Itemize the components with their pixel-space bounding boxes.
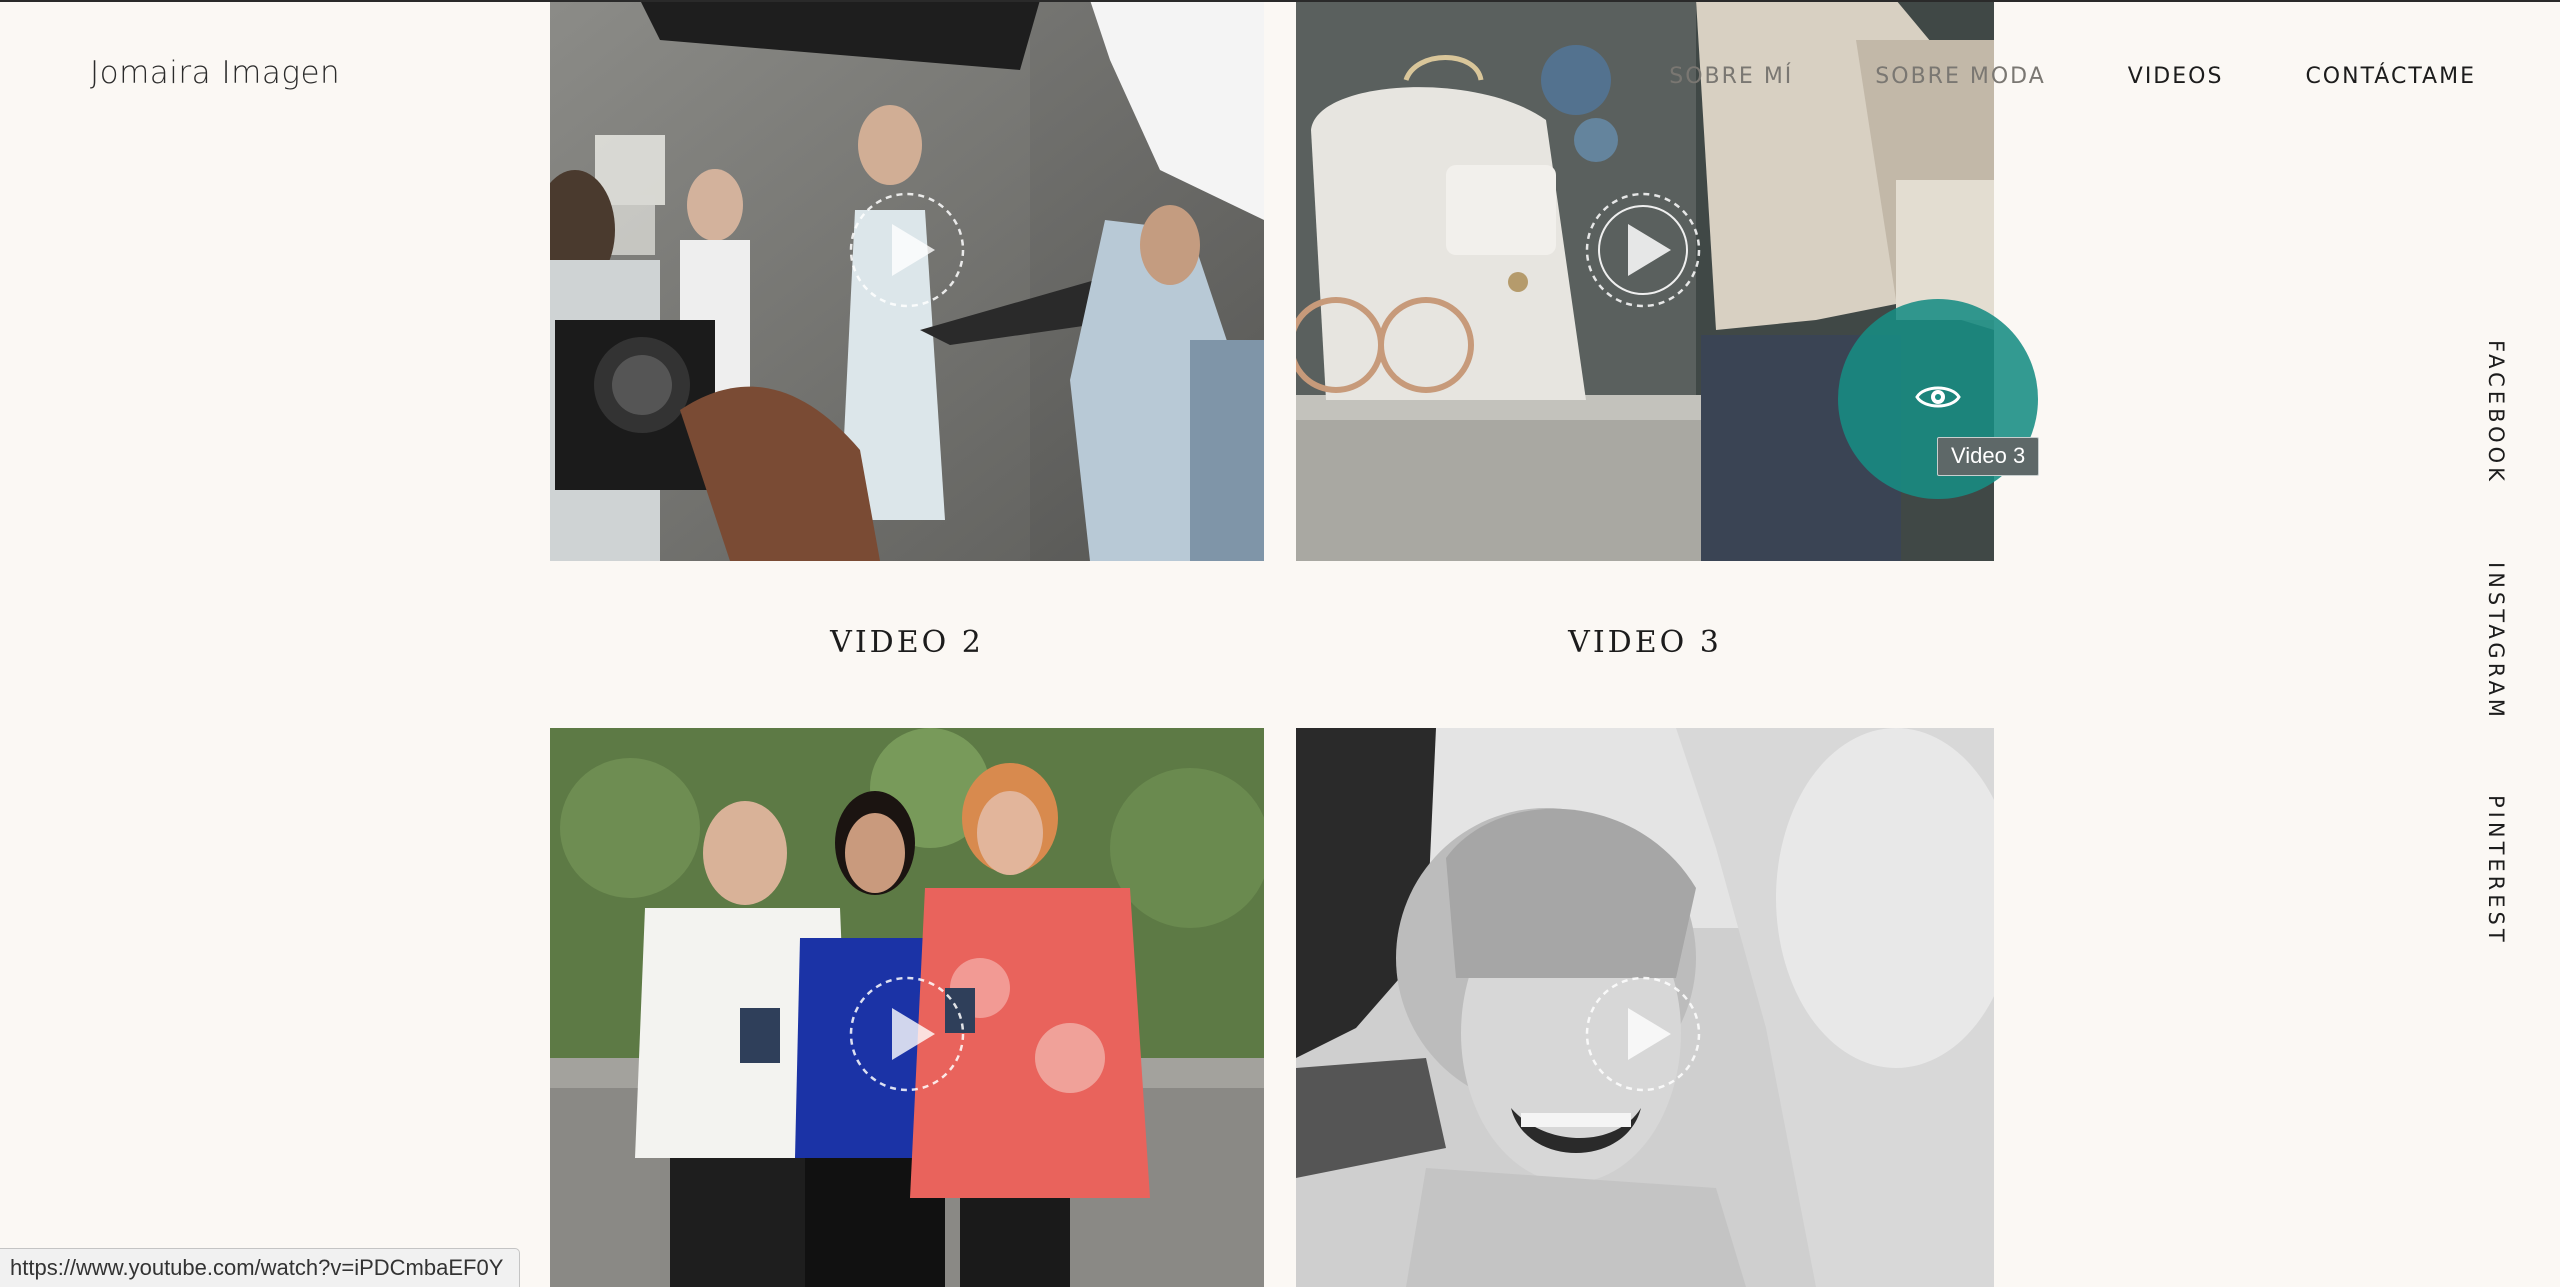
video-card-thumbnail[interactable] — [550, 728, 1264, 1287]
play-icon[interactable] — [847, 974, 967, 1094]
site-logo[interactable]: Jomaira Imagen — [90, 55, 340, 91]
video-title[interactable]: VIDEO 2 — [607, 625, 1207, 660]
social-label-instagram: INSTAGRAM — [2484, 562, 2508, 721]
hover-tooltip: Video 3 — [1937, 437, 2040, 476]
nav-item-videos[interactable]: VIDEOS — [2128, 64, 2224, 89]
play-icon[interactable] — [1583, 190, 1703, 310]
play-icon[interactable] — [1583, 974, 1703, 1094]
social-link-pinterest[interactable]: PINTEREST — [2484, 795, 2524, 946]
eye-icon — [1915, 386, 1961, 408]
video-title[interactable]: VIDEO 3 — [1345, 625, 1945, 660]
social-label-facebook: FACEBOOK — [2484, 340, 2508, 485]
window-top-border — [0, 0, 2560, 2]
nav-item-sobre-moda[interactable]: SOBRE MODA — [1875, 64, 2045, 89]
nav-item-sobre-mi[interactable]: SOBRE MÍ — [1669, 64, 1793, 89]
browser-status-bar-url: https://www.youtube.com/watch?v=iPDCmbaE… — [0, 1248, 521, 1287]
video-card-thumbnail[interactable] — [1296, 728, 1994, 1287]
video-card-thumbnail[interactable] — [550, 0, 1264, 561]
social-link-facebook[interactable]: FACEBOOK — [2484, 340, 2524, 485]
social-link-instagram[interactable]: INSTAGRAM — [2484, 562, 2524, 721]
play-icon[interactable] — [847, 190, 967, 310]
main-nav: SOBRE MÍ SOBRE MODA VIDEOS CONTÁCTAME — [1587, 64, 2476, 89]
nav-item-contactame[interactable]: CONTÁCTAME — [2305, 64, 2476, 89]
social-label-pinterest: PINTEREST — [2484, 795, 2508, 946]
